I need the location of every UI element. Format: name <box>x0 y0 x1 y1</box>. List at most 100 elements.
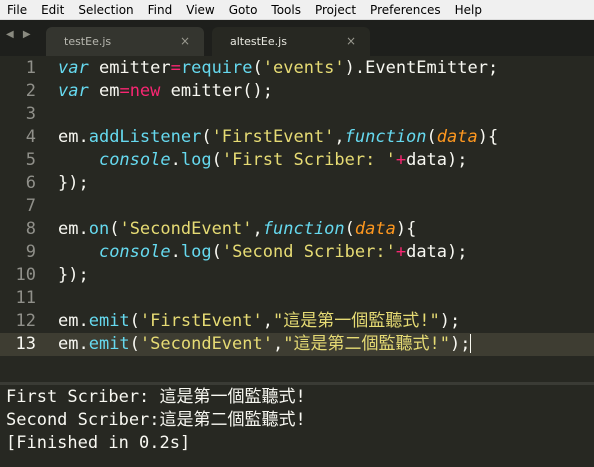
code-line[interactable]: 10}); <box>0 264 594 287</box>
code-token: ( <box>109 219 120 239</box>
code-text: em.emit('SecondEvent',"這是第二個監聽式!"); <box>58 333 472 356</box>
code-token: ).EventEmitter; <box>344 58 499 78</box>
menu-help[interactable]: Help <box>448 0 489 20</box>
code-token: em <box>88 81 120 101</box>
code-token: , <box>252 219 263 239</box>
code-line[interactable]: 8 em.on('SecondEvent',function(data){ <box>0 218 594 241</box>
code-editor[interactable]: 1 var emitter=require('events').EventEmit… <box>0 56 594 382</box>
menu-file[interactable]: File <box>0 0 34 20</box>
build-output-panel: First Scriber: 這是第一個監聽式! Second Scriber:… <box>0 385 594 467</box>
line-number: 1 <box>25 58 36 78</box>
code-token: log <box>180 242 212 262</box>
menu-project[interactable]: Project <box>308 0 363 20</box>
output-line: Second Scriber:這是第二個監聽式! <box>6 410 306 430</box>
code-token: ); <box>439 311 461 331</box>
menu-edit[interactable]: Edit <box>34 0 71 20</box>
code-token: require <box>180 58 253 78</box>
text-cursor <box>470 334 472 353</box>
line-number: 3 <box>25 104 36 124</box>
menu-preferences[interactable]: Preferences <box>363 0 448 20</box>
code-token: = <box>119 81 130 101</box>
tab-nav-arrows-icon[interactable]: ◀ ▶ <box>6 29 34 40</box>
code-token: , <box>334 127 345 147</box>
close-icon[interactable]: × <box>346 34 356 48</box>
code-line[interactable]: 3 <box>0 103 594 126</box>
code-token: emit <box>88 311 130 331</box>
line-number: 2 <box>25 81 36 101</box>
code-line[interactable]: 13 em.emit('SecondEvent',"這是第二個監聽式!"); <box>0 333 594 356</box>
code-token: 'FirstEvent' <box>139 311 263 331</box>
code-token: ( <box>211 150 222 170</box>
code-line[interactable]: 4 em.addListener('FirstEvent',function(da… <box>0 126 594 149</box>
code-token: console <box>98 242 171 262</box>
code-token: ( <box>201 127 212 147</box>
code-token: emitter <box>88 58 171 78</box>
line-number: 12 <box>15 311 36 331</box>
code-token: data); <box>406 242 468 262</box>
code-token: console <box>98 150 171 170</box>
code-text: console.log('Second Scriber:'+data); <box>58 241 468 264</box>
code-line[interactable]: 5 console.log('First Scriber: '+data); <box>0 149 594 172</box>
code-token: "這是第一個監聽式!" <box>273 311 440 331</box>
line-number: 6 <box>25 173 36 193</box>
code-token: ( <box>129 311 140 331</box>
code-line[interactable]: 2 var em=new emitter(); <box>0 80 594 103</box>
tab-testEe[interactable]: testEe.js × <box>46 27 204 56</box>
line-number: 4 <box>25 127 36 147</box>
code-token: . <box>170 150 181 170</box>
menu-bar: File Edit Selection Find View Goto Tools… <box>0 0 594 20</box>
code-token: var <box>58 81 89 101</box>
menu-find[interactable]: Find <box>141 0 180 20</box>
code-line[interactable]: 1 var emitter=require('events').EventEmit… <box>0 57 594 80</box>
output-line: First Scriber: 這是第一個監聽式! <box>6 387 306 407</box>
line-number: 10 <box>15 265 36 285</box>
code-token: = <box>170 58 181 78</box>
code-text: console.log('First Scriber: '+data); <box>58 149 468 172</box>
menu-tools[interactable]: Tools <box>264 0 308 20</box>
code-token: var <box>58 58 89 78</box>
code-token: addListener <box>88 127 202 147</box>
tab-label: altestEe.js <box>230 35 287 48</box>
code-token: em. <box>58 127 89 147</box>
line-number: 9 <box>25 242 36 262</box>
code-token: + <box>395 150 407 170</box>
code-text: }); <box>58 264 89 287</box>
code-text: em.on('SecondEvent',function(data){ <box>58 218 416 241</box>
code-line[interactable]: 12 em.emit('FirstEvent',"這是第一個監聽式!"); <box>0 310 594 333</box>
code-token: , <box>272 334 284 354</box>
line-number: 5 <box>25 150 36 170</box>
code-token: }); <box>58 173 89 193</box>
line-number: 13 <box>15 334 36 354</box>
code-token: ( <box>344 219 355 239</box>
code-line[interactable]: 6}); <box>0 172 594 195</box>
code-text: }); <box>58 172 89 195</box>
code-token: function <box>262 219 345 239</box>
code-text: var emitter=require('events').EventEmitt… <box>58 57 498 80</box>
code-token: em. <box>58 311 89 331</box>
code-token: em. <box>58 334 89 354</box>
code-token: em. <box>58 219 89 239</box>
code-token: ); <box>449 334 471 354</box>
code-token: emit <box>88 334 130 354</box>
close-icon[interactable]: × <box>180 34 190 48</box>
code-line[interactable]: 11 <box>0 287 594 310</box>
line-number: 11 <box>15 288 36 308</box>
menu-selection[interactable]: Selection <box>71 0 140 20</box>
code-text: em.addListener('FirstEvent',function(dat… <box>58 126 498 149</box>
code-token: emitter(); <box>160 81 273 101</box>
code-token: data <box>354 219 396 239</box>
code-token: + <box>395 242 407 262</box>
code-token: }); <box>58 265 89 285</box>
code-token: . <box>170 242 181 262</box>
code-line[interactable]: 9 console.log('Second Scriber:'+data); <box>0 241 594 264</box>
tab-altestEe[interactable]: altestEe.js × <box>212 27 370 56</box>
code-token: 'Second Scriber:' <box>221 242 396 262</box>
menu-view[interactable]: View <box>179 0 221 20</box>
code-line[interactable]: 7 <box>0 195 594 218</box>
menu-goto[interactable]: Goto <box>222 0 265 20</box>
code-token: 'SecondEvent' <box>139 334 273 354</box>
code-token: new <box>129 81 161 101</box>
code-token: , <box>262 311 273 331</box>
